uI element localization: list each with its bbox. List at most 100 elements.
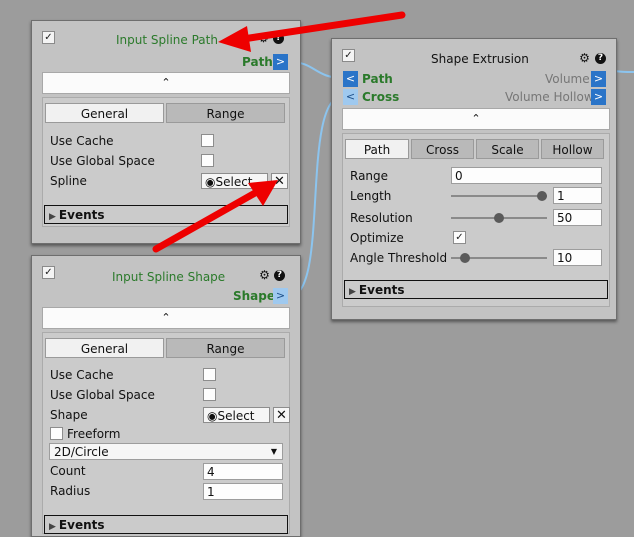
use-cache-label: Use Cache bbox=[50, 134, 114, 148]
use-global-space-label: Use Global Space bbox=[50, 388, 155, 402]
port-connector-shape[interactable]: > bbox=[273, 288, 288, 304]
count-field[interactable]: 4 bbox=[203, 463, 283, 480]
tab-bar: General Range bbox=[45, 338, 285, 358]
length-field[interactable]: 1 bbox=[553, 187, 602, 204]
tab-scale[interactable]: Scale bbox=[476, 139, 539, 159]
range-label: Range bbox=[350, 169, 389, 183]
tab-range[interactable]: Range bbox=[166, 338, 285, 358]
target-icon: ◉ bbox=[207, 409, 218, 423]
shape-preset-dropdown[interactable]: 2D/Circle ▼ bbox=[49, 443, 283, 460]
gear-icon[interactable]: ⚙ bbox=[258, 269, 271, 282]
output-port-volume-label: Volume bbox=[545, 72, 590, 86]
events-label: Events bbox=[58, 518, 105, 532]
resolution-slider-thumb[interactable] bbox=[494, 213, 504, 223]
use-cache-checkbox[interactable] bbox=[201, 134, 214, 147]
collapse-toggle[interactable]: ⌃ bbox=[42, 307, 290, 329]
tab-general[interactable]: General bbox=[45, 103, 164, 123]
triangle-right-icon: ▶ bbox=[49, 522, 56, 532]
node-enable-checkbox[interactable]: ✓ bbox=[342, 49, 355, 62]
use-global-space-label: Use Global Space bbox=[50, 154, 155, 168]
node-shape-extrusion[interactable]: ✓ Shape Extrusion ⚙ ? < Path Volume > < … bbox=[331, 38, 617, 320]
select-label: Select bbox=[215, 175, 253, 189]
port-label-path: Path bbox=[242, 55, 273, 69]
node-title: Input Spline Path bbox=[116, 33, 218, 47]
input-port-path-label: Path bbox=[362, 72, 393, 86]
shape-label: Shape bbox=[50, 408, 88, 422]
node-input-spline-shape[interactable]: ✓ Input Spline Shape ⚙ ? Shape > ⌃ Gener… bbox=[31, 255, 301, 537]
freeform-checkbox[interactable] bbox=[50, 427, 63, 440]
angle-threshold-label: Angle Threshold bbox=[350, 251, 448, 265]
port-connector-path[interactable]: > bbox=[273, 54, 288, 70]
settings-panel: General Range Use Cache Use Global Space… bbox=[42, 332, 290, 534]
radius-label: Radius bbox=[50, 484, 91, 498]
port-row-cross-volume-hollow: < Cross Volume Hollow > bbox=[332, 89, 616, 106]
events-foldout[interactable]: ▶ Events bbox=[44, 205, 288, 224]
events-label: Events bbox=[58, 208, 105, 222]
angle-threshold-slider-thumb[interactable] bbox=[459, 253, 470, 263]
spline-clear-button[interactable]: ✕ bbox=[271, 173, 288, 189]
output-port-volume-connector[interactable]: > bbox=[591, 71, 606, 87]
tab-cross[interactable]: Cross bbox=[411, 139, 474, 159]
help-icon[interactable]: ? bbox=[273, 33, 284, 44]
spline-label: Spline bbox=[50, 174, 87, 188]
node-enable-checkbox[interactable]: ✓ bbox=[42, 266, 55, 279]
use-cache-checkbox[interactable] bbox=[203, 368, 216, 381]
node-header[interactable]: ✓ Input Spline Path ⚙ ? bbox=[32, 21, 300, 51]
collapse-toggle[interactable]: ⌃ bbox=[42, 72, 290, 94]
triangle-right-icon: ▶ bbox=[49, 212, 56, 222]
node-input-spline-path[interactable]: ✓ Input Spline Path ⚙ ? Path > ⌃ General… bbox=[31, 20, 301, 244]
events-label: Events bbox=[358, 283, 405, 297]
collapse-toggle[interactable]: ⌃ bbox=[342, 108, 610, 130]
events-foldout[interactable]: ▶ Events bbox=[44, 515, 288, 534]
help-icon[interactable]: ? bbox=[274, 270, 285, 281]
output-port-path: Path > bbox=[32, 54, 300, 71]
events-foldout[interactable]: ▶ Events bbox=[344, 280, 608, 299]
input-port-path-connector[interactable]: < bbox=[343, 71, 358, 87]
node-title: Shape Extrusion bbox=[431, 52, 529, 66]
settings-panel: General Range Use Cache Use Global Space… bbox=[42, 97, 290, 227]
tab-general[interactable]: General bbox=[45, 338, 164, 358]
output-port-volume-hollow-label: Volume Hollow bbox=[505, 90, 594, 104]
use-global-space-checkbox[interactable] bbox=[203, 388, 216, 401]
tab-bar: General Range bbox=[45, 103, 285, 123]
target-icon: ◉ bbox=[205, 175, 216, 189]
tab-hollow[interactable]: Hollow bbox=[541, 139, 604, 159]
tab-path[interactable]: Path bbox=[345, 139, 409, 159]
select-label: Select bbox=[217, 409, 255, 423]
shape-select-button[interactable]: ◉Select bbox=[203, 407, 270, 423]
node-header[interactable]: ✓ Shape Extrusion ⚙ ? bbox=[332, 39, 616, 69]
triangle-right-icon: ▶ bbox=[349, 287, 356, 297]
output-port-shape: Shape > bbox=[32, 288, 300, 305]
count-label: Count bbox=[50, 464, 86, 478]
settings-panel: Path Cross Scale Hollow Range 0 Length 1… bbox=[342, 133, 610, 307]
optimize-label: Optimize bbox=[350, 231, 404, 245]
use-cache-label: Use Cache bbox=[50, 368, 114, 382]
gear-icon[interactable]: ⚙ bbox=[257, 32, 270, 45]
input-port-cross-label: Cross bbox=[362, 90, 400, 104]
range-field[interactable]: 0 bbox=[451, 167, 602, 184]
spline-select-button[interactable]: ◉Select bbox=[201, 173, 268, 189]
length-slider-thumb[interactable] bbox=[537, 191, 547, 201]
angle-threshold-field[interactable]: 10 bbox=[553, 249, 602, 266]
help-icon[interactable]: ? bbox=[595, 53, 606, 64]
chevron-down-icon: ▼ bbox=[270, 447, 277, 456]
port-label-shape: Shape bbox=[233, 289, 276, 303]
node-enable-checkbox[interactable]: ✓ bbox=[42, 31, 55, 44]
radius-field[interactable]: 1 bbox=[203, 483, 283, 500]
output-port-volume-hollow-connector[interactable]: > bbox=[591, 89, 606, 105]
resolution-field[interactable]: 50 bbox=[553, 209, 602, 226]
gear-icon[interactable]: ⚙ bbox=[578, 52, 591, 65]
input-port-cross-connector[interactable]: < bbox=[343, 89, 358, 105]
shape-clear-button[interactable]: ✕ bbox=[273, 407, 290, 423]
node-title: Input Spline Shape bbox=[112, 270, 226, 284]
dropdown-value: 2D/Circle bbox=[54, 445, 109, 459]
tab-range[interactable]: Range bbox=[166, 103, 285, 123]
optimize-checkbox[interactable]: ✓ bbox=[453, 231, 466, 244]
node-header[interactable]: ✓ Input Spline Shape ⚙ ? bbox=[32, 256, 300, 286]
use-global-space-checkbox[interactable] bbox=[201, 154, 214, 167]
tab-bar: Path Cross Scale Hollow bbox=[345, 139, 604, 159]
length-slider-track[interactable] bbox=[451, 195, 547, 197]
freeform-label: Freeform bbox=[67, 427, 121, 441]
port-row-path-volume: < Path Volume > bbox=[332, 71, 616, 88]
length-label: Length bbox=[350, 189, 392, 203]
